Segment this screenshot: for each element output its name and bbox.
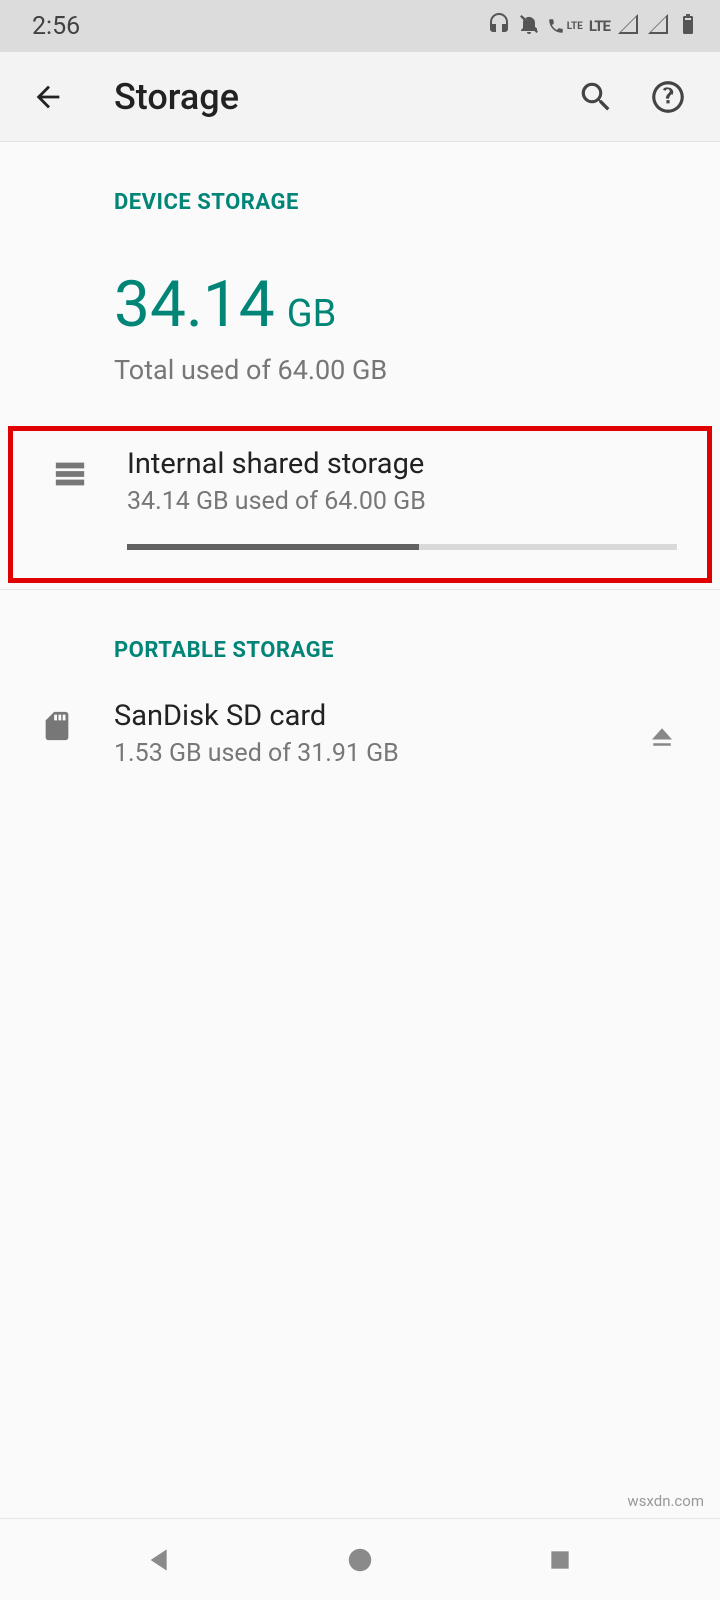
nav-bar: [0, 1518, 720, 1600]
network-lte-text: LTE: [589, 17, 610, 35]
content: DEVICE STORAGE 34.14 GB Total used of 64…: [0, 142, 720, 790]
highlight-annotation: Internal shared storage 34.14 GB used of…: [8, 426, 712, 583]
nav-recent-button[interactable]: [530, 1530, 590, 1590]
sdcard-icon-wrap: [28, 709, 86, 743]
sdcard-sub: 1.53 GB used of 31.91 GB: [114, 739, 634, 768]
total-used-value: 34.14 GB: [114, 267, 336, 342]
headset-icon: [487, 12, 511, 40]
device-storage-label: DEVICE STORAGE: [0, 142, 720, 223]
total-used-number: 34.14: [114, 267, 275, 342]
portable-storage-label: PORTABLE STORAGE: [0, 590, 720, 671]
page-title: Storage: [114, 76, 552, 118]
dnd-off-icon: [517, 12, 541, 40]
nav-home-button[interactable]: [330, 1530, 390, 1590]
sdcard-title: SanDisk SD card: [114, 699, 634, 733]
sdcard-row[interactable]: SanDisk SD card 1.53 GB used of 31.91 GB: [0, 671, 720, 790]
nav-back-button[interactable]: [130, 1530, 190, 1590]
volte-icon: LTE: [547, 17, 583, 35]
internal-storage-row[interactable]: Internal shared storage 34.14 GB used of…: [13, 431, 707, 572]
status-bar: 2:56 LTE LTE: [0, 0, 720, 52]
battery-icon: [676, 12, 700, 40]
circle-home-icon: [345, 1545, 375, 1575]
status-time: 2:56: [32, 12, 80, 41]
total-used-unit: GB: [287, 292, 337, 336]
storage-summary: 34.14 GB Total used of 64.00 GB: [0, 223, 720, 424]
status-icons: LTE LTE: [487, 12, 700, 40]
search-icon: [577, 78, 615, 116]
arrow-back-icon: [31, 80, 65, 114]
back-button[interactable]: [24, 73, 72, 121]
eject-button[interactable]: [634, 709, 690, 765]
internal-storage-icon: [41, 457, 99, 491]
internal-storage-progress: [127, 544, 677, 550]
total-used-sub: Total used of 64.00 GB: [114, 354, 720, 386]
internal-storage-title: Internal shared storage: [127, 447, 677, 481]
internal-storage-progress-fill: [127, 544, 419, 550]
help-icon: [649, 78, 687, 116]
watermark: wsxdn.com: [627, 1492, 704, 1510]
storage-icon: [53, 457, 87, 491]
help-button[interactable]: [640, 69, 696, 125]
triangle-back-icon: [144, 1544, 176, 1576]
internal-storage-sub: 34.14 GB used of 64.00 GB: [127, 487, 677, 516]
app-bar: Storage: [0, 52, 720, 142]
signal-icon-1: [616, 12, 640, 40]
sdcard-body: SanDisk SD card 1.53 GB used of 31.91 GB: [114, 699, 634, 768]
square-recent-icon: [547, 1547, 573, 1573]
signal-icon-2: [646, 12, 670, 40]
sd-card-icon: [40, 709, 74, 743]
eject-icon: [647, 722, 677, 752]
internal-storage-body: Internal shared storage 34.14 GB used of…: [127, 447, 677, 550]
search-button[interactable]: [568, 69, 624, 125]
